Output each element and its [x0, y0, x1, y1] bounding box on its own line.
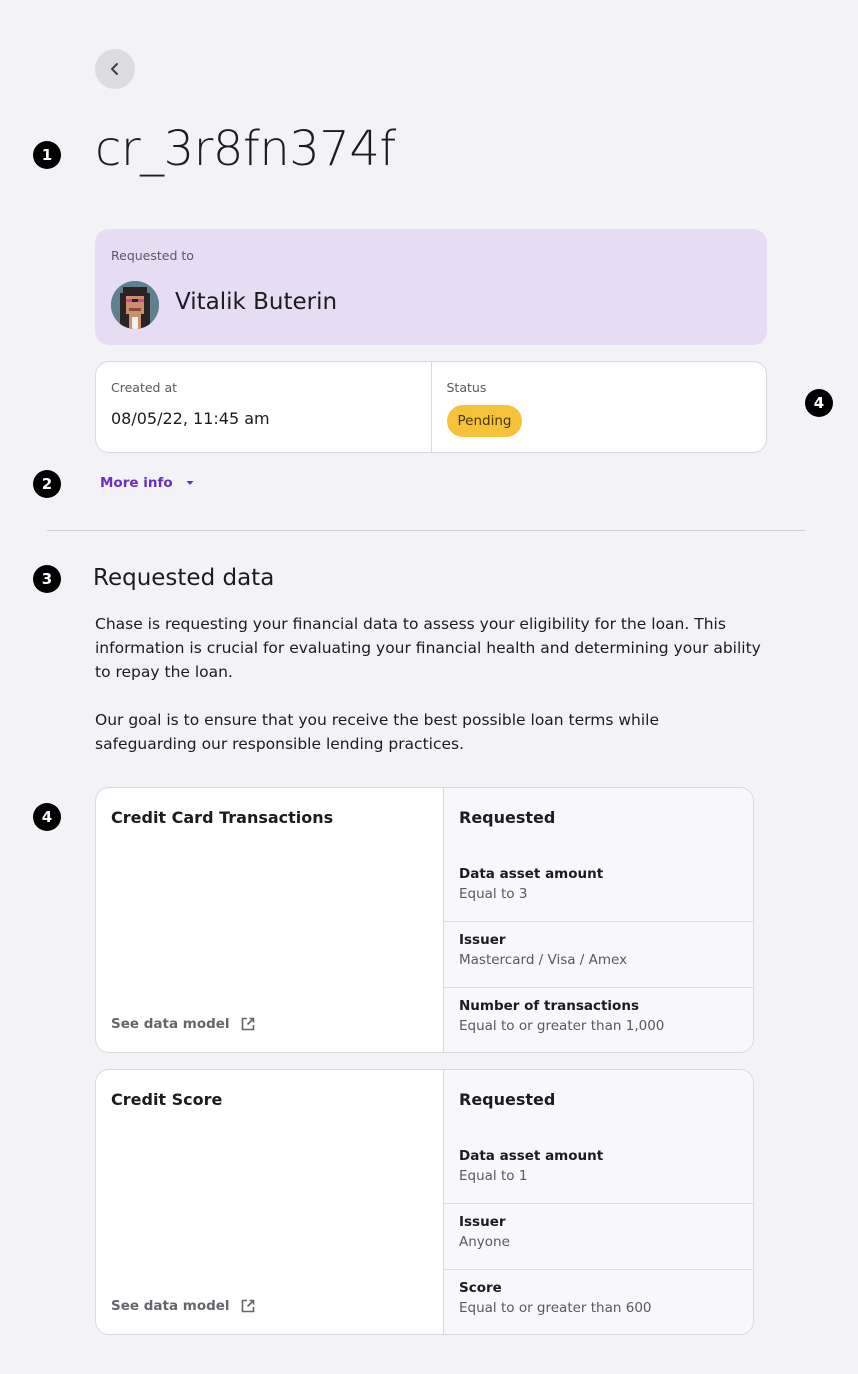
criteria-key: Score: [459, 1279, 502, 1296]
status-badge: Pending: [446, 405, 523, 437]
criteria-key: Data asset amount: [459, 865, 604, 882]
annotation-marker-1: 1: [33, 141, 61, 169]
requested-to-name: Vitalik Buterin: [175, 289, 338, 315]
more-info-label: More info: [100, 475, 173, 491]
criteria-row: Data asset amount Equal to 1: [444, 1138, 753, 1203]
criteria-value: Anyone: [459, 1234, 510, 1251]
annotation-marker-4: 4: [805, 389, 833, 417]
annotation-marker-4b: 4: [33, 803, 61, 831]
criteria-key: Data asset amount: [459, 1147, 604, 1164]
data-card-title: Credit Card Transactions: [111, 808, 334, 827]
criteria-key: Number of transactions: [459, 997, 639, 1014]
annotation-marker-2: 2: [33, 470, 61, 498]
data-card-credit-card-transactions: Credit Card Transactions See data model …: [95, 787, 754, 1053]
data-card-credit-score: Credit Score See data model Requested Da…: [95, 1069, 754, 1335]
created-at-label: Created at: [111, 380, 178, 395]
chevron-left-icon: [111, 63, 118, 75]
see-data-model-label: See data model: [111, 1016, 230, 1032]
section-title: Requested data: [93, 565, 275, 591]
criteria-key: Issuer: [459, 1214, 506, 1231]
caret-down-icon: [186, 481, 194, 485]
avatar: [111, 281, 159, 329]
created-at-value: 08/05/22, 11:45 am: [111, 409, 270, 428]
status-label: Status: [446, 380, 487, 395]
requested-heading: Requested: [459, 808, 556, 827]
requested-heading: Requested: [459, 1090, 556, 1109]
status-cell: Status Pending: [430, 362, 767, 452]
data-card-info: Credit Score See data model: [96, 1070, 444, 1334]
external-link-icon: [241, 1017, 254, 1031]
see-data-model-link[interactable]: See data model: [111, 1016, 256, 1032]
criteria-key: Issuer: [459, 932, 506, 949]
data-card-title: Credit Score: [111, 1090, 223, 1109]
criteria-value: Mastercard / Visa / Amex: [459, 952, 628, 969]
more-info-toggle[interactable]: More info: [100, 475, 197, 491]
criteria-row: Issuer Mastercard / Visa / Amex: [444, 921, 753, 986]
created-at-cell: Created at 08/05/22, 11:45 am: [96, 362, 431, 452]
criteria-value: Equal to 1: [459, 1167, 528, 1184]
section-description-1: Chase is requesting your financial data …: [95, 615, 761, 681]
criteria-value: Equal to or greater than 600: [459, 1299, 652, 1316]
request-meta-card: Created at 08/05/22, 11:45 am Status Pen…: [95, 361, 767, 453]
criteria-row: Issuer Anyone: [444, 1203, 753, 1268]
requested-criteria: Requested Data asset amount Equal to 3 I…: [444, 788, 753, 1052]
requested-to-card: Requested to Vitalik Buterin: [95, 229, 767, 345]
see-data-model-label: See data model: [111, 1298, 230, 1314]
see-data-model-link[interactable]: See data model: [111, 1298, 256, 1314]
external-link-icon: [241, 1299, 254, 1313]
data-card-info: Credit Card Transactions See data model: [96, 788, 444, 1052]
criteria-value: Equal to or greater than 1,000: [459, 1017, 665, 1034]
requested-to-label: Requested to: [111, 248, 194, 263]
requested-criteria: Requested Data asset amount Equal to 1 I…: [444, 1070, 753, 1334]
section-divider: [47, 530, 805, 531]
section-description-2: Our goal is to ensure that you receive t…: [95, 711, 660, 753]
page-title: cr_3r8fn374f: [95, 121, 396, 177]
back-button[interactable]: [95, 49, 135, 89]
criteria-value: Equal to 3: [459, 885, 528, 902]
annotation-marker-3: 3: [33, 565, 61, 593]
criteria-row: Data asset amount Equal to 3: [444, 856, 753, 921]
criteria-row: Number of transactions Equal to or great…: [444, 986, 753, 1052]
criteria-row: Score Equal to or greater than 600: [444, 1268, 753, 1334]
